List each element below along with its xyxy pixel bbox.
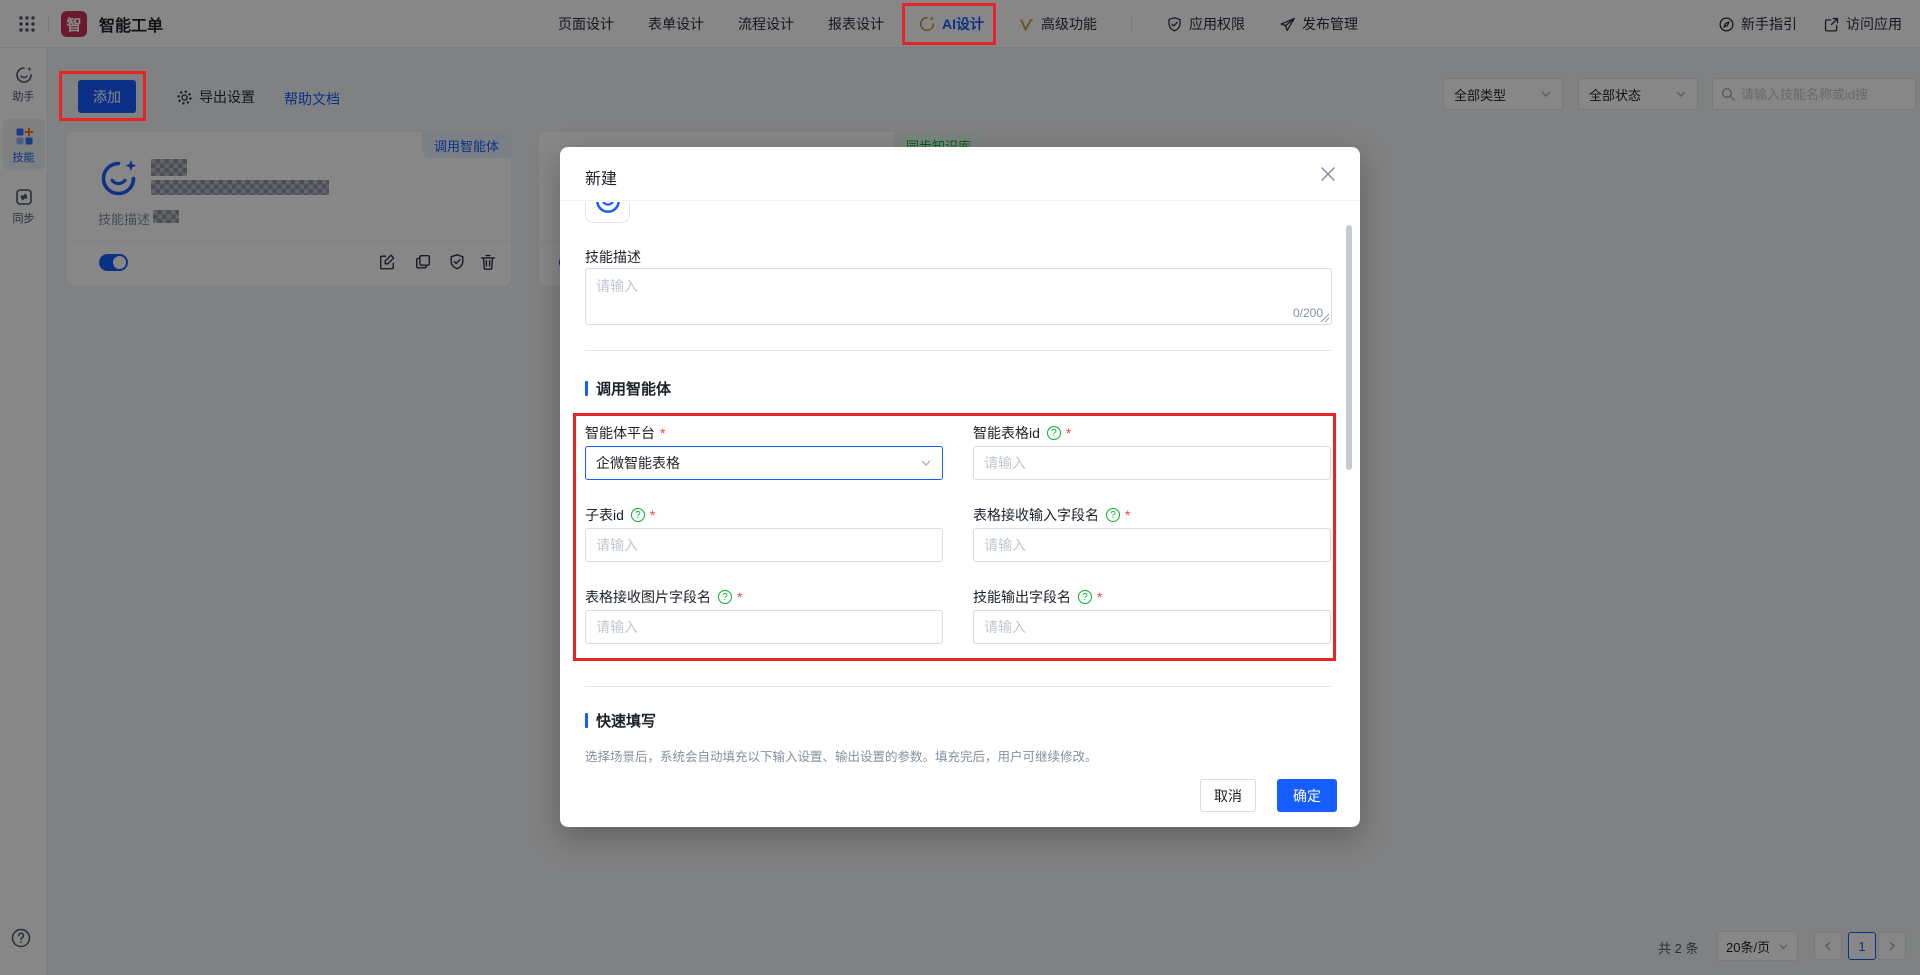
cancel-button[interactable]: 取消: [1200, 779, 1256, 812]
desc-textarea[interactable]: [586, 269, 1331, 324]
field-label-image-field-name: 表格接收图片字段名?*: [585, 587, 742, 607]
help-circle-icon: ?: [1106, 508, 1120, 522]
section-title-agent: 调用智能体: [585, 378, 671, 399]
section-divider: [585, 686, 1332, 687]
help-circle-icon: ?: [1078, 590, 1092, 604]
subtable-id-input[interactable]: [586, 529, 942, 561]
field-label-output-field-name: 技能输出字段名?*: [973, 587, 1102, 607]
input-field-name-input-wrap: [973, 528, 1331, 562]
new-skill-modal: 新建 技能描述 0/200 调用智能体 智能体: [560, 147, 1360, 827]
section-title-quickfill: 快速填写: [585, 710, 656, 731]
help-circle-icon: ?: [1047, 426, 1061, 440]
section-divider: [585, 350, 1332, 351]
app-root: 智 智能工单 页面设计 表单设计 流程设计 报表设计 AI设计: [0, 0, 1920, 975]
resize-handle-icon[interactable]: [1320, 313, 1329, 322]
image-field-name-input[interactable]: [586, 611, 942, 643]
char-counter: 0/200: [1293, 306, 1323, 320]
smart-table-id-input[interactable]: [974, 447, 1330, 479]
desc-textarea-wrap: 0/200: [585, 268, 1332, 325]
input-field-name-input[interactable]: [974, 529, 1330, 561]
output-field-name-input-wrap: [973, 610, 1331, 644]
image-field-name-input-wrap: [585, 610, 943, 644]
skill-avatar-icon[interactable]: [585, 202, 630, 223]
help-circle-icon: ?: [631, 508, 645, 522]
subtable-id-input-wrap: [585, 528, 943, 562]
field-label-smart-table-id: 智能表格id?*: [973, 423, 1071, 443]
desc-field-label: 技能描述: [585, 247, 641, 267]
modal-title: 新建: [585, 165, 617, 189]
chevron-down-icon: [920, 457, 932, 469]
modal-scrollbar-thumb[interactable]: [1346, 225, 1352, 470]
field-label-agent-platform: 智能体平台*: [585, 423, 665, 443]
confirm-button[interactable]: 确定: [1277, 779, 1337, 812]
smart-table-id-input-wrap: [973, 446, 1331, 480]
quickfill-description: 选择场景后，系统会自动填充以下输入设置、输出设置的参数。填充完后，用户可继续修改…: [585, 746, 1098, 765]
close-icon[interactable]: [1318, 164, 1338, 184]
field-label-subtable-id: 子表id?*: [585, 505, 655, 525]
modal-header: 新建: [560, 147, 1360, 201]
skill-avatar-clipped: [585, 202, 631, 224]
field-label-input-field-name: 表格接收输入字段名?*: [973, 505, 1130, 525]
output-field-name-input[interactable]: [974, 611, 1330, 643]
agent-platform-select[interactable]: 企微智能表格: [585, 446, 943, 480]
help-circle-icon: ?: [718, 590, 732, 604]
